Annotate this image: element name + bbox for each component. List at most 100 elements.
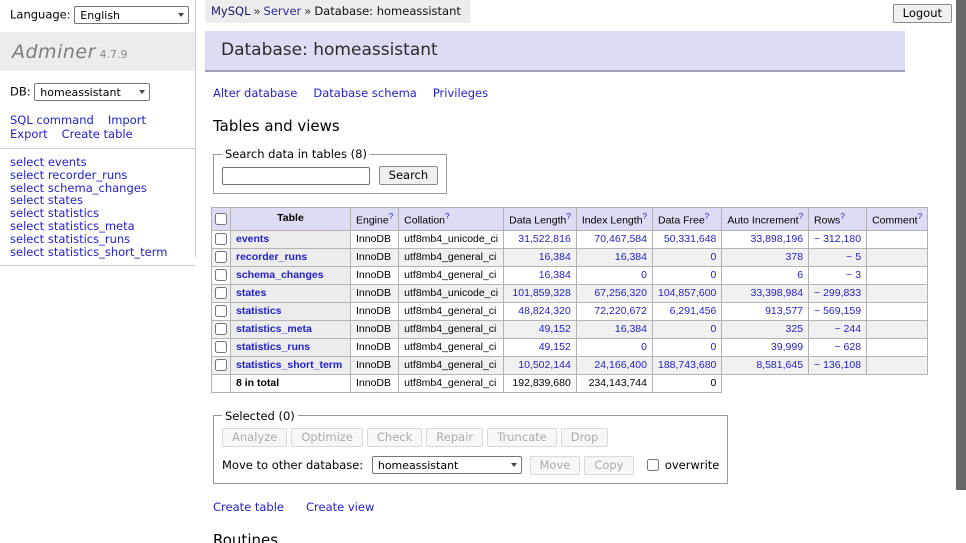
row-checkbox-schema-changes[interactable] [215, 269, 227, 281]
sidebar-item-select-statistics-short-term[interactable]: select statistics_short_term [10, 246, 185, 259]
data-free-link[interactable]: 0 [711, 323, 717, 335]
auto-increment-link[interactable]: 325 [786, 323, 804, 335]
move-button[interactable]: Move [530, 456, 581, 475]
data-free-link[interactable]: 50,331,648 [664, 233, 717, 245]
table-link-events[interactable]: events [236, 233, 269, 245]
logout-button[interactable]: Logout [893, 4, 952, 23]
auto-increment-link[interactable]: 8,581,645 [756, 359, 803, 371]
create-view-link[interactable]: Create view [306, 500, 374, 514]
overwrite-checkbox[interactable] [647, 459, 659, 471]
alter-database-link[interactable]: Alter database [213, 86, 297, 100]
column-hint-link[interactable]: ? [566, 212, 570, 221]
data-length-link[interactable]: 16,384 [539, 269, 571, 281]
data-free-link[interactable]: 6,291,456 [670, 305, 717, 317]
row-checkbox-statistics[interactable] [215, 305, 227, 317]
index-length-link[interactable]: 72,220,672 [594, 305, 647, 317]
sidebar-item-select-statistics-meta[interactable]: select statistics_meta [10, 220, 185, 233]
table-link-statistics-meta[interactable]: statistics_meta [236, 323, 312, 335]
sidebar-item-select-events[interactable]: select events [10, 156, 185, 169]
data-free-link[interactable]: 188,743,680 [658, 359, 716, 371]
search-input[interactable] [222, 167, 370, 185]
search-button[interactable]: Search [379, 166, 439, 185]
column-hint-link[interactable]: ? [445, 212, 449, 221]
rows-count-link[interactable]: ~ 5 [846, 251, 861, 263]
breadcrumb-server-link[interactable]: Server [264, 4, 302, 18]
table-link-statistics[interactable]: statistics [236, 305, 282, 317]
column-hint-link[interactable]: ? [918, 212, 922, 221]
sidebar-item-select-recorder-runs[interactable]: select recorder_runs [10, 169, 185, 182]
rows-count-link[interactable]: ~ 3 [846, 269, 861, 281]
analyze-button[interactable]: Analyze [222, 428, 287, 447]
index-length-link[interactable]: 70,467,584 [594, 233, 647, 245]
auto-increment-link[interactable]: 6 [797, 269, 803, 281]
page-scrollbar[interactable] [956, 0, 966, 543]
row-checkbox-statistics-runs[interactable] [215, 341, 227, 353]
copy-button[interactable]: Copy [584, 456, 633, 475]
data-length-link[interactable]: 101,859,328 [512, 287, 570, 299]
column-hint-link[interactable]: ? [799, 212, 803, 221]
search-legend: Search data in tables (8) [222, 147, 370, 161]
rows-count-link[interactable]: ~ 244 [834, 323, 861, 335]
rows-count-link[interactable]: ~ 628 [834, 341, 861, 353]
repair-button[interactable]: Repair [426, 428, 483, 447]
index-length-link[interactable]: 0 [641, 269, 647, 281]
table-link-statistics-runs[interactable]: statistics_runs [236, 341, 310, 353]
row-checkbox-statistics-meta[interactable] [215, 323, 227, 335]
row-checkbox-statistics-short-term[interactable] [215, 359, 227, 371]
table-link-schema-changes[interactable]: schema_changes [236, 269, 324, 281]
auto-increment-link[interactable]: 33,898,196 [750, 233, 803, 245]
optimize-button[interactable]: Optimize [291, 428, 363, 447]
privileges-link[interactable]: Privileges [433, 86, 488, 100]
index-length-link[interactable]: 16,384 [615, 323, 647, 335]
row-checkbox-recorder-runs[interactable] [215, 251, 227, 263]
data-length-link[interactable]: 31,522,816 [518, 233, 571, 245]
create-table-link[interactable]: Create table [213, 500, 284, 514]
select-all-checkbox[interactable] [215, 213, 227, 225]
column-hint-link[interactable]: ? [705, 212, 709, 221]
data-length-link[interactable]: 49,152 [539, 341, 571, 353]
index-length-link[interactable]: 24,166,400 [594, 359, 647, 371]
rows-count-link[interactable]: ~ 569,159 [814, 305, 861, 317]
data-free-link[interactable]: 0 [711, 341, 717, 353]
data-free-link[interactable]: 104,857,600 [658, 287, 716, 299]
data-free-link[interactable]: 0 [711, 269, 717, 281]
index-length-link[interactable]: 0 [641, 341, 647, 353]
data-free-link[interactable]: 0 [711, 251, 717, 263]
truncate-button[interactable]: Truncate [487, 428, 557, 447]
table-link-states[interactable]: states [236, 287, 266, 299]
data-length-link[interactable]: 49,152 [539, 323, 571, 335]
auto-increment-link[interactable]: 378 [786, 251, 804, 263]
table-link-recorder-runs[interactable]: recorder_runs [236, 251, 307, 263]
rows-count-link[interactable]: ~ 312,180 [814, 233, 861, 245]
database-schema-link[interactable]: Database schema [313, 86, 416, 100]
breadcrumb-mysql-link[interactable]: MySQL [211, 4, 251, 18]
index-length-cell: 16,384 [576, 248, 652, 266]
move-db-select[interactable]: homeassistant [372, 456, 522, 474]
rows-count-link[interactable]: ~ 136,108 [814, 359, 861, 371]
column-hint-link[interactable]: ? [643, 212, 647, 221]
table-link-statistics-short-term[interactable]: statistics_short_term [236, 359, 342, 371]
sidebar-export-link[interactable]: Export [10, 127, 48, 141]
data-length-link[interactable]: 48,824,320 [518, 305, 571, 317]
language-select[interactable]: English [74, 6, 189, 24]
index-length-link[interactable]: 16,384 [615, 251, 647, 263]
scrollbar-thumb[interactable] [956, 0, 966, 490]
sidebar-item-select-statistics-runs[interactable]: select statistics_runs [10, 233, 185, 246]
sidebar-import-link[interactable]: Import [108, 113, 146, 127]
drop-button[interactable]: Drop [561, 428, 609, 447]
index-length-link[interactable]: 67,256,320 [594, 287, 647, 299]
data-length-link[interactable]: 10,502,144 [518, 359, 571, 371]
column-hint-link[interactable]: ? [389, 212, 393, 221]
check-button[interactable]: Check [367, 428, 422, 447]
auto-increment-link[interactable]: 39,999 [771, 341, 803, 353]
db-select[interactable]: homeassistant [34, 83, 150, 101]
sidebar-create-table-link[interactable]: Create table [62, 127, 133, 141]
row-checkbox-states[interactable] [215, 287, 227, 299]
rows-count-link[interactable]: ~ 299,833 [814, 287, 861, 299]
data-length-link[interactable]: 16,384 [539, 251, 571, 263]
auto-increment-link[interactable]: 33,398,984 [750, 287, 803, 299]
auto-increment-link[interactable]: 913,577 [765, 305, 803, 317]
column-hint-link[interactable]: ? [840, 212, 844, 221]
sidebar-sql-command-link[interactable]: SQL command [10, 113, 94, 127]
row-checkbox-events[interactable] [215, 233, 227, 245]
